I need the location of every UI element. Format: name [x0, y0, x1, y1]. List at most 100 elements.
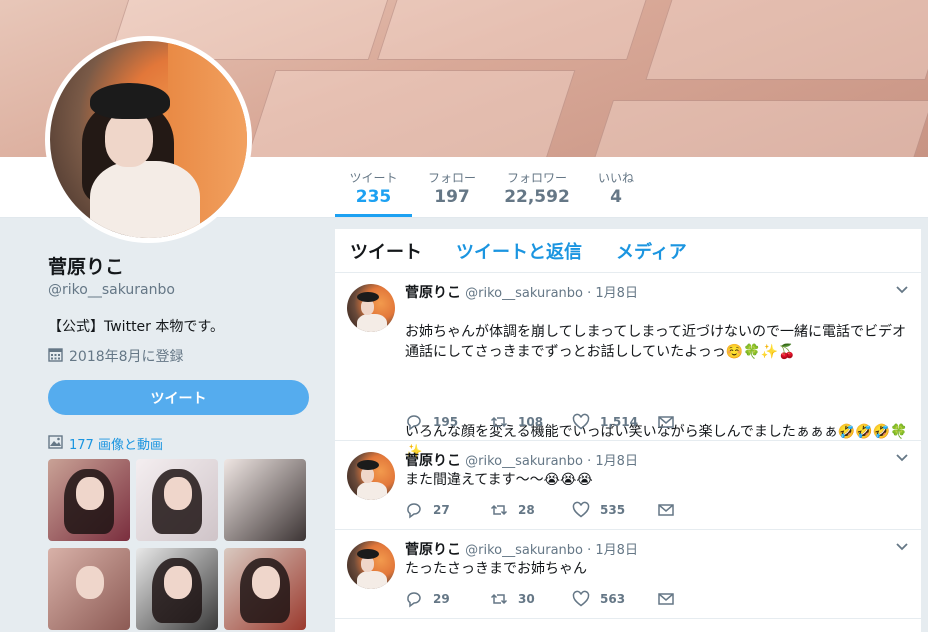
image-icon [48, 434, 63, 453]
like-count: 535 [600, 503, 626, 517]
tweet-avatar[interactable] [347, 452, 395, 500]
retweet-button[interactable]: 28 [490, 501, 572, 519]
tweet-text: たったさっきまでお姉ちゃん [405, 561, 587, 577]
like-count: 1,514 [600, 415, 638, 429]
chevron-down-icon[interactable] [895, 542, 909, 552]
heart-icon [572, 501, 590, 518]
tweet[interactable]: 菅原りこ @riko__sakuranbo · 1月8日 お姉ちゃんが体調を崩し… [335, 273, 921, 460]
retweet-count: 108 [518, 415, 544, 429]
tab-tweets-and-replies[interactable]: ツイートと返信 [456, 238, 582, 264]
media-thumbnail[interactable] [136, 459, 218, 541]
reply-icon [407, 503, 421, 519]
media-count-label: 177 画像と動画 [69, 438, 163, 453]
envelope-icon [658, 593, 674, 605]
tweet-actions: 27 28 535 [405, 501, 675, 519]
tab-media[interactable]: メディア [616, 238, 687, 264]
stat-label: いいね [597, 171, 634, 185]
stat-value: 235 [355, 187, 392, 207]
tweet-avatar[interactable] [347, 541, 395, 589]
avatar-hat [90, 83, 170, 119]
separator-dot: · [587, 543, 592, 558]
tweet-author-handle[interactable]: @riko__sakuranbo [465, 543, 583, 558]
tweet-date[interactable]: 1月8日 [595, 543, 638, 558]
photos-videos-link[interactable]: 177 画像と動画 [48, 434, 163, 453]
tweet-author-name[interactable]: 菅原りこ [405, 285, 461, 301]
avatar-body [90, 161, 200, 238]
like-button[interactable]: 563 [572, 590, 657, 608]
tab-tweets[interactable]: ツイート [350, 238, 422, 264]
retweet-icon [490, 593, 508, 605]
thumb-face [163, 566, 192, 599]
direct-message-button[interactable] [657, 590, 675, 608]
stat-label: ツイート [349, 171, 398, 185]
reply-button[interactable]: 195 [405, 413, 490, 431]
stat-label: フォロー [427, 171, 476, 185]
chevron-down-icon[interactable] [895, 285, 909, 295]
tweet-author-name[interactable]: 菅原りこ [405, 542, 461, 558]
reply-count: 29 [433, 592, 450, 606]
stat-likes[interactable]: いいね 4 [590, 157, 642, 217]
thumb-face [251, 566, 280, 599]
stat-value: 22,592 [504, 187, 570, 207]
tweet[interactable]: 菅原りこ @riko__sakuranbo · 1月8日 また間違えてます〜〜😭… [335, 441, 921, 530]
envelope-icon [658, 416, 674, 428]
tweet-author-handle[interactable]: @riko__sakuranbo [465, 454, 583, 469]
avatar-body [357, 482, 387, 500]
retweet-icon [490, 504, 508, 516]
reply-icon [407, 415, 421, 431]
media-thumbnail[interactable] [136, 548, 218, 630]
tweet-author-name[interactable]: 菅原りこ [405, 453, 461, 469]
tweet-text-line: お姉ちゃんが体調を崩してしまってしまって近づけないので一緒に電話でビデオ通話にし… [405, 324, 907, 360]
tweet-button[interactable]: ツイート [48, 380, 309, 415]
stat-label: フォロワー [506, 171, 567, 185]
profile-handle[interactable]: @riko__sakuranbo [48, 282, 175, 298]
timeline: ツイート ツイートと返信 メディア 菅原りこ @riko__sakuranbo … [335, 229, 921, 632]
tweet[interactable]: 菅原りこ @riko__sakuranbo · 1月8日 たったさっきまでお姉ち… [335, 530, 921, 619]
stat-following[interactable]: フォロー 197 [420, 157, 484, 217]
tweet-header: 菅原りこ @riko__sakuranbo · 1月8日 [405, 539, 638, 559]
thumb-face [75, 566, 104, 599]
separator-dot: · [587, 286, 592, 301]
reply-button[interactable]: 27 [405, 501, 490, 519]
reply-button[interactable]: 29 [405, 590, 490, 608]
avatar-hat [357, 292, 379, 302]
calendar-icon [48, 347, 63, 366]
media-thumbnail[interactable] [224, 548, 306, 630]
separator-dot: · [587, 454, 592, 469]
tweet[interactable] [335, 619, 921, 632]
tweet-text: また間違えてます〜〜😭😭😭 [405, 472, 593, 488]
reply-icon [407, 592, 421, 608]
stat-followers[interactable]: フォロワー 22,592 [500, 157, 574, 217]
envelope-icon [658, 504, 674, 516]
banner-plank [645, 0, 928, 80]
banner-plank [587, 100, 928, 157]
media-grid [48, 459, 310, 630]
avatar-body [357, 314, 387, 332]
retweet-button[interactable]: 108 [490, 413, 572, 431]
avatar-hat [357, 460, 379, 470]
direct-message-button[interactable] [657, 501, 675, 519]
stat-tweets[interactable]: ツイート 235 [335, 157, 412, 217]
chevron-down-icon[interactable] [895, 453, 909, 463]
heart-icon [572, 590, 590, 607]
profile-avatar[interactable] [45, 36, 252, 243]
thumb-face [75, 477, 104, 510]
media-thumbnail[interactable] [224, 459, 306, 541]
joined-text: 2018年8月に登録 [69, 349, 184, 365]
direct-message-button[interactable] [657, 413, 675, 431]
reply-count: 195 [433, 415, 459, 429]
media-thumbnail[interactable] [48, 459, 130, 541]
tweet-header: 菅原りこ @riko__sakuranbo · 1月8日 [405, 282, 638, 302]
timeline-tabs: ツイート ツイートと返信 メディア [335, 229, 921, 273]
like-button[interactable]: 535 [572, 501, 657, 519]
tweet-avatar[interactable] [347, 284, 395, 332]
tweet-date[interactable]: 1月8日 [595, 286, 638, 301]
stat-value: 197 [434, 187, 470, 207]
like-button[interactable]: 1,514 [572, 413, 657, 431]
media-thumbnail[interactable] [48, 548, 130, 630]
avatar-hat [357, 549, 379, 559]
retweet-button[interactable]: 30 [490, 590, 572, 608]
tweet-date[interactable]: 1月8日 [595, 454, 638, 469]
tweet-author-handle[interactable]: @riko__sakuranbo [465, 286, 583, 301]
profile-name[interactable]: 菅原りこ [48, 252, 124, 279]
